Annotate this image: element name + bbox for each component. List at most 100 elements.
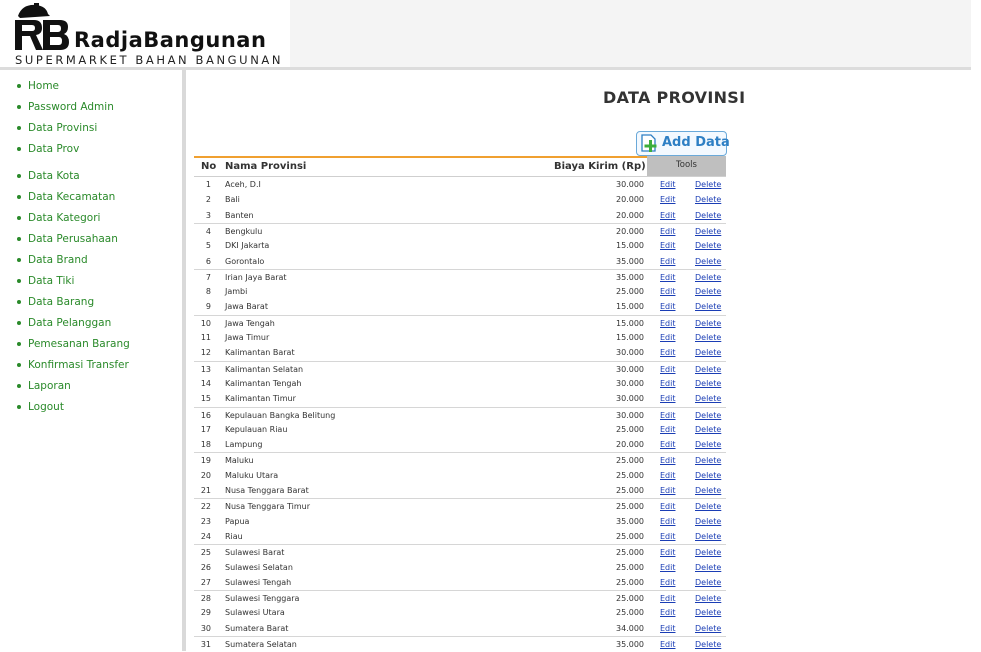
delete-link[interactable]: Delete xyxy=(695,211,721,220)
edit-link[interactable]: Edit xyxy=(660,211,676,220)
sidebar-item-label[interactable]: Pemesanan Barang xyxy=(28,336,130,352)
edit-link[interactable]: Edit xyxy=(660,517,676,526)
shipping-cost: 35.000 xyxy=(616,256,644,266)
edit-link[interactable]: Edit xyxy=(660,302,676,311)
row-number: 28 xyxy=(200,594,211,604)
delete-link[interactable]: Delete xyxy=(695,180,721,189)
delete-link[interactable]: Delete xyxy=(695,532,721,541)
edit-link[interactable]: Edit xyxy=(660,471,676,480)
edit-link[interactable]: Edit xyxy=(660,440,676,449)
edit-link[interactable]: Edit xyxy=(660,456,676,465)
sidebar-item-label[interactable]: Data Perusahaan xyxy=(28,231,118,247)
edit-link[interactable]: Edit xyxy=(660,425,676,434)
province-name: DKI Jakarta xyxy=(225,241,270,251)
edit-link[interactable]: Edit xyxy=(660,365,676,374)
sidebar-item-label[interactable]: Data Kota xyxy=(28,168,80,184)
sidebar-item-label[interactable]: Home xyxy=(28,78,59,94)
sidebar-item-label[interactable]: Data Kecamatan xyxy=(28,189,115,205)
edit-link[interactable]: Edit xyxy=(660,333,676,342)
edit-link[interactable]: Edit xyxy=(660,578,676,587)
sidebar-item-label[interactable]: Data Kategori xyxy=(28,210,100,226)
edit-link[interactable]: Edit xyxy=(660,195,676,204)
shipping-cost: 25.000 xyxy=(616,287,644,297)
edit-link[interactable]: Edit xyxy=(660,548,676,557)
edit-link[interactable]: Edit xyxy=(660,227,676,236)
shipping-cost: 20.000 xyxy=(616,226,644,236)
sidebar-item-label[interactable]: Data Prov xyxy=(28,141,79,157)
delete-link[interactable]: Delete xyxy=(695,640,721,649)
delete-link[interactable]: Delete xyxy=(695,440,721,449)
edit-link[interactable]: Edit xyxy=(660,241,676,250)
delete-link[interactable]: Delete xyxy=(695,486,721,495)
edit-link[interactable]: Edit xyxy=(660,624,676,633)
add-data-button[interactable]: Add Data xyxy=(636,131,730,156)
row-number: 23 xyxy=(200,516,211,526)
bullet-icon xyxy=(17,237,21,241)
delete-link[interactable]: Delete xyxy=(695,379,721,388)
delete-link[interactable]: Delete xyxy=(695,241,721,250)
edit-link[interactable]: Edit xyxy=(660,287,676,296)
sidebar-item-label[interactable]: Data Tiki xyxy=(28,273,74,289)
shipping-cost: 25.000 xyxy=(616,470,644,480)
province-name: Kalimantan Timur xyxy=(225,394,296,404)
bullet-icon xyxy=(17,195,21,199)
delete-link[interactable]: Delete xyxy=(695,471,721,480)
delete-link[interactable]: Delete xyxy=(695,425,721,434)
sidebar-item-label[interactable]: Logout xyxy=(28,399,64,415)
sidebar-item-label[interactable]: Data Pelanggan xyxy=(28,315,111,331)
delete-link[interactable]: Delete xyxy=(695,257,721,266)
edit-link[interactable]: Edit xyxy=(660,379,676,388)
delete-link[interactable]: Delete xyxy=(695,548,721,557)
province-name: Jawa Tengah xyxy=(225,318,275,328)
edit-link[interactable]: Edit xyxy=(660,348,676,357)
edit-link[interactable]: Edit xyxy=(660,319,676,328)
row-number: 2 xyxy=(205,195,211,205)
delete-link[interactable]: Delete xyxy=(695,227,721,236)
province-name: Kalimantan Barat xyxy=(225,348,295,358)
edit-link[interactable]: Edit xyxy=(660,486,676,495)
row-number: 24 xyxy=(200,531,211,541)
edit-link[interactable]: Edit xyxy=(660,411,676,420)
edit-link[interactable]: Edit xyxy=(660,608,676,617)
delete-link[interactable]: Delete xyxy=(695,195,721,204)
sidebar-item-label[interactable]: Konfirmasi Transfer xyxy=(28,357,129,373)
edit-link[interactable]: Edit xyxy=(660,257,676,266)
delete-link[interactable]: Delete xyxy=(695,319,721,328)
edit-link[interactable]: Edit xyxy=(660,640,676,649)
delete-link[interactable]: Delete xyxy=(695,563,721,572)
row-number: 22 xyxy=(200,502,211,512)
table-row: 11 Jawa Timur 15.000 Edit Delete xyxy=(194,330,726,345)
logo[interactable]: RadjaBangunan SUPERMARKET BAHAN BANGUNAN xyxy=(0,0,290,68)
edit-link[interactable]: Edit xyxy=(660,180,676,189)
delete-link[interactable]: Delete xyxy=(695,594,721,603)
delete-link[interactable]: Delete xyxy=(695,348,721,357)
delete-link[interactable]: Delete xyxy=(695,456,721,465)
delete-link[interactable]: Delete xyxy=(695,411,721,420)
bullet-icon xyxy=(17,342,21,346)
delete-link[interactable]: Delete xyxy=(695,333,721,342)
sidebar-item-label[interactable]: Data Barang xyxy=(28,294,94,310)
edit-link[interactable]: Edit xyxy=(660,394,676,403)
edit-link[interactable]: Edit xyxy=(660,563,676,572)
row-number: 6 xyxy=(205,256,211,266)
edit-link[interactable]: Edit xyxy=(660,273,676,282)
delete-link[interactable]: Delete xyxy=(695,287,721,296)
sidebar-item-label[interactable]: Laporan xyxy=(28,378,71,394)
edit-link[interactable]: Edit xyxy=(660,594,676,603)
sidebar-item-label[interactable]: Data Brand xyxy=(28,252,88,268)
delete-link[interactable]: Delete xyxy=(695,273,721,282)
edit-link[interactable]: Edit xyxy=(660,502,676,511)
delete-link[interactable]: Delete xyxy=(695,502,721,511)
delete-link[interactable]: Delete xyxy=(695,624,721,633)
delete-link[interactable]: Delete xyxy=(695,365,721,374)
delete-link[interactable]: Delete xyxy=(695,578,721,587)
table-row: 29 Sulawesi Utara 25.000 Edit Delete xyxy=(194,605,726,620)
sidebar-item-label[interactable]: Password Admin xyxy=(28,99,114,115)
delete-link[interactable]: Delete xyxy=(695,608,721,617)
edit-link[interactable]: Edit xyxy=(660,532,676,541)
delete-link[interactable]: Delete xyxy=(695,394,721,403)
bullet-icon xyxy=(17,174,21,178)
delete-link[interactable]: Delete xyxy=(695,302,721,311)
delete-link[interactable]: Delete xyxy=(695,517,721,526)
sidebar-item-label[interactable]: Data Provinsi xyxy=(28,120,97,136)
